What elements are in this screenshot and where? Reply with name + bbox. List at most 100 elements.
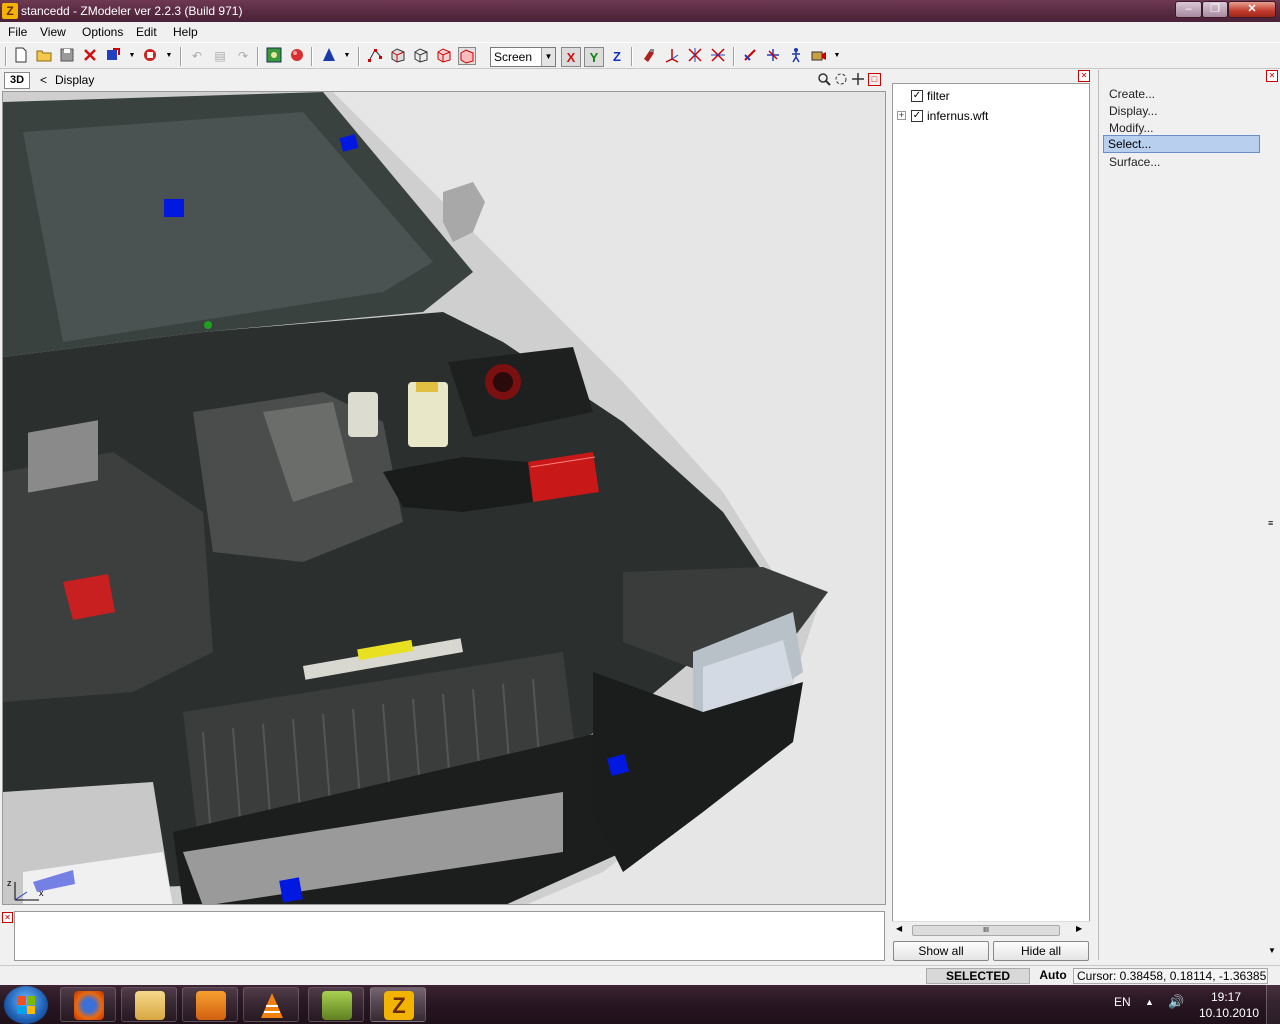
expand-icon[interactable]: +	[897, 111, 906, 120]
tree-item-filter[interactable]: ✓ filter	[893, 88, 1083, 106]
log-output[interactable]	[14, 911, 885, 961]
command-surface[interactable]: Surface...	[1109, 155, 1160, 169]
taskbar-app-zmodeler[interactable]: Z	[370, 987, 426, 1022]
command-display[interactable]: Display...	[1109, 104, 1157, 118]
tree-horizontal-scrollbar[interactable]: ◀ III ▶	[892, 921, 1090, 938]
axis-scale-icon[interactable]	[709, 47, 727, 65]
viewport-header: 3D < Display □	[0, 70, 886, 90]
status-auto[interactable]: Auto	[1036, 968, 1070, 984]
redo-icon[interactable]: ↷	[234, 47, 252, 65]
open-icon[interactable]	[35, 47, 53, 65]
undo-icon[interactable]: ↶	[188, 47, 206, 65]
axis-x-toggle[interactable]: X	[561, 47, 581, 67]
scroll-thumb[interactable]: III	[912, 925, 1060, 936]
menu-help[interactable]: Help	[173, 25, 198, 39]
axis-move-icon[interactable]	[663, 47, 681, 65]
viewport-mode-button[interactable]: 3D	[4, 72, 30, 89]
taskbar-app-media-player[interactable]	[182, 987, 238, 1022]
close-window-button[interactable]: ✕	[1228, 1, 1276, 18]
shade-dropdown-icon[interactable]: ▼	[343, 47, 351, 65]
menu-options[interactable]: Options	[82, 25, 123, 39]
render-icon[interactable]	[288, 47, 306, 65]
toolbar-separator	[257, 47, 259, 66]
save-icon[interactable]	[58, 47, 76, 65]
tree-panel-close-icon[interactable]: ✕	[1078, 70, 1090, 82]
import-icon[interactable]	[104, 47, 122, 65]
box-mode-icon[interactable]	[435, 47, 453, 65]
texture-icon[interactable]	[265, 47, 283, 65]
status-cursor: Cursor: 0.38458, 0.18114, -1.36385	[1073, 968, 1268, 984]
toolbar-separator	[180, 47, 182, 66]
hide-all-button[interactable]: Hide all	[993, 941, 1089, 961]
taskbar-app-vlc[interactable]	[243, 987, 299, 1022]
show-all-button[interactable]: Show all	[893, 941, 989, 961]
toolbar-grip	[5, 47, 7, 66]
axis-z-toggle[interactable]: Z	[607, 47, 627, 67]
volume-icon[interactable]: 🔊	[1168, 994, 1184, 1010]
taskbar-app-firefox[interactable]	[60, 987, 116, 1022]
export-icon[interactable]	[141, 47, 159, 65]
magnet-icon[interactable]	[640, 47, 658, 65]
visible-checkbox[interactable]: ✓	[911, 90, 923, 102]
import-dropdown-icon[interactable]: ▼	[128, 47, 136, 65]
figure-icon[interactable]	[787, 47, 805, 65]
rotate-view-icon[interactable]	[833, 72, 849, 88]
new-icon[interactable]	[12, 47, 30, 65]
scroll-right-icon[interactable]: ▶	[1076, 924, 1082, 933]
clipboard-icon[interactable]: ▤	[211, 47, 229, 65]
toolbar-separator	[311, 47, 313, 66]
zoom-icon[interactable]	[816, 72, 832, 88]
viewport-maximize-icon[interactable]: □	[868, 73, 881, 86]
clock-time[interactable]: 19:17	[1211, 990, 1241, 1004]
tree-item-label: infernus.wft	[927, 109, 989, 123]
zmodeler-app-icon[interactable]: Z	[2, 3, 18, 19]
select-all-icon[interactable]	[458, 47, 476, 65]
window-title: stancedd - ZModeler ver 2.2.3 (Build 971…	[21, 4, 243, 18]
command-panel-scrollbar[interactable]: ≡ ▼	[1266, 84, 1279, 962]
start-button[interactable]	[4, 986, 48, 1024]
command-select[interactable]: Select...	[1103, 135, 1260, 153]
clock-date[interactable]: 10.10.2010	[1199, 1006, 1259, 1020]
3d-viewport[interactable]: z x	[2, 91, 886, 905]
axis-rotate-icon[interactable]	[686, 47, 704, 65]
menu-file[interactable]: File	[8, 25, 27, 39]
status-bar: SELECTED MODE Auto Cursor: 0.38458, 0.18…	[0, 965, 1280, 997]
visible-checkbox[interactable]: ✓	[911, 110, 923, 122]
vertex-mode-icon[interactable]	[366, 47, 384, 65]
menu-edit[interactable]: Edit	[136, 25, 157, 39]
toolbar-separator	[733, 47, 735, 66]
viewport-back-icon[interactable]: <	[40, 73, 47, 87]
command-panel-close-icon[interactable]: ✕	[1266, 70, 1278, 82]
face-mode-icon[interactable]	[389, 47, 407, 65]
axis-y-toggle[interactable]: Y	[584, 47, 604, 67]
command-create[interactable]: Create...	[1109, 87, 1155, 101]
media-player-icon	[196, 991, 226, 1020]
taskbar-app-game[interactable]	[308, 987, 364, 1022]
tree-item-model[interactable]: + ✓ infernus.wft	[893, 108, 1083, 126]
axis-gizmo	[14, 882, 39, 901]
tray-expand-icon[interactable]: ▲	[1145, 997, 1154, 1007]
menu-view[interactable]: View	[40, 25, 66, 39]
scroll-grip-icon[interactable]: ≡	[1268, 518, 1273, 528]
title-bar: Z stancedd - ZModeler ver 2.2.3 (Build 9…	[0, 0, 1280, 22]
coordinate-space-select[interactable]: Screen ▼	[490, 47, 556, 67]
language-indicator[interactable]: EN	[1114, 995, 1131, 1009]
maximize-button[interactable]: ❐	[1202, 1, 1228, 18]
shade-icon[interactable]	[320, 47, 338, 65]
minimize-button[interactable]: –	[1175, 1, 1202, 18]
command-modify[interactable]: Modify...	[1109, 121, 1153, 135]
export-dropdown-icon[interactable]: ▼	[165, 47, 173, 65]
show-desktop-button[interactable]	[1266, 985, 1280, 1024]
log-close-icon[interactable]: ✕	[2, 912, 13, 923]
toolbar-separator	[631, 47, 633, 66]
taskbar-app-explorer[interactable]	[121, 987, 177, 1022]
object-mode-icon[interactable]	[412, 47, 430, 65]
scroll-down-icon[interactable]: ▼	[1268, 946, 1276, 955]
camera-dropdown-icon[interactable]: ▼	[833, 47, 841, 65]
camera-icon[interactable]	[810, 47, 828, 65]
pivot-icon[interactable]	[764, 47, 782, 65]
pan-view-icon[interactable]	[850, 72, 866, 88]
delete-icon[interactable]	[81, 47, 99, 65]
pin-icon[interactable]	[741, 47, 759, 65]
scroll-left-icon[interactable]: ◀	[896, 924, 902, 933]
